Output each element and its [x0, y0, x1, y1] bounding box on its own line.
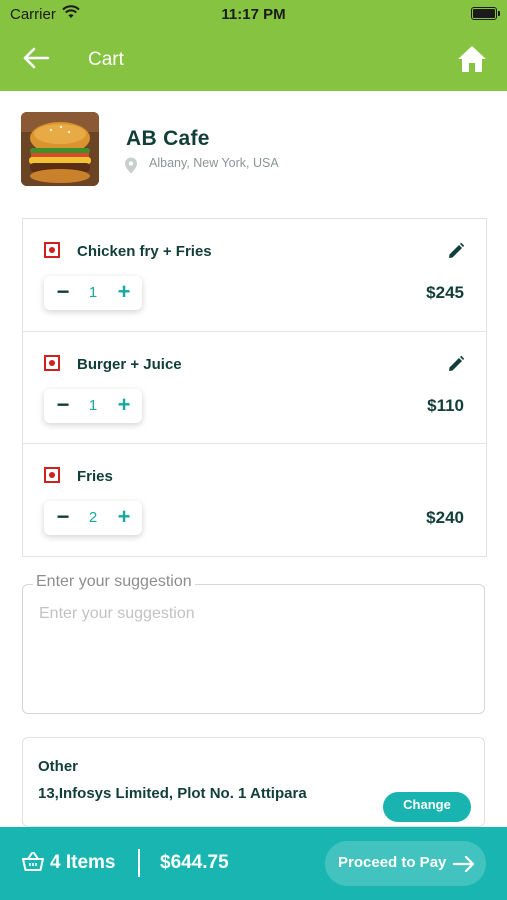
veg-indicator-icon	[44, 467, 60, 483]
restaurant-image	[21, 112, 99, 186]
delivery-address-card: Other 13,Infosys Limited, Plot No. 1 Att…	[22, 737, 485, 827]
status-bar: Carrier 11:17 PM	[0, 0, 507, 28]
cart-item: Burger + Juice − 1 + $110	[23, 331, 486, 444]
address-type: Other	[38, 758, 79, 775]
proceed-label: Proceed to Pay	[338, 854, 447, 871]
increase-button[interactable]: +	[114, 506, 134, 530]
item-name: Chicken fry + Fries	[77, 243, 212, 260]
cart-item: Chicken fry + Fries − 1 + $245	[23, 219, 486, 331]
decrease-button[interactable]: −	[53, 281, 73, 305]
change-address-button[interactable]: Change	[383, 792, 471, 822]
item-price: $110	[427, 396, 464, 415]
restaurant-address: Albany, New York, USA	[149, 156, 279, 170]
cart-total: $644.75	[160, 852, 229, 873]
suggestion-input[interactable]	[37, 603, 471, 707]
item-price: $245	[426, 283, 464, 302]
increase-button[interactable]: +	[114, 281, 134, 305]
cart-item: Fries − 2 + $240	[23, 443, 486, 556]
quantity-stepper: − 2 +	[44, 501, 142, 535]
basket-icon	[22, 852, 44, 871]
veg-indicator-icon	[44, 242, 60, 258]
burger-image	[21, 112, 99, 186]
item-price: $240	[426, 508, 464, 527]
suggestion-field: Enter your suggestion	[22, 573, 485, 714]
clock: 11:17 PM	[221, 6, 286, 23]
increase-button[interactable]: +	[114, 394, 134, 418]
items-count: 4 Items	[50, 852, 116, 873]
quantity-value: 2	[88, 509, 98, 526]
battery-icon	[471, 7, 500, 20]
proceed-to-pay-button[interactable]: Proceed to Pay	[325, 841, 486, 886]
item-name: Burger + Juice	[77, 356, 182, 373]
quantity-value: 1	[88, 397, 98, 414]
app-header: Carrier 11:17 PM Cart	[0, 0, 507, 91]
restaurant-name: AB Cafe	[126, 127, 210, 150]
quantity-value: 1	[88, 284, 98, 301]
decrease-button[interactable]: −	[53, 506, 73, 530]
home-icon[interactable]	[457, 44, 487, 74]
suggestion-label: Enter your suggestion	[33, 573, 195, 591]
item-name: Fries	[77, 468, 113, 485]
page-title: Cart	[88, 49, 124, 70]
cart-items-list: Chicken fry + Fries − 1 + $245 Burger + …	[22, 218, 487, 557]
veg-indicator-icon	[44, 355, 60, 371]
address-line: 13,Infosys Limited, Plot No. 1 Attipara	[38, 785, 307, 802]
checkout-bar: 4 Items $644.75 Proceed to Pay	[0, 827, 507, 900]
edit-pencil-icon[interactable]	[447, 355, 465, 373]
location-pin-icon	[125, 157, 137, 174]
arrow-right-icon	[453, 856, 475, 872]
edit-pencil-icon[interactable]	[447, 242, 465, 260]
quantity-stepper: − 1 +	[44, 276, 142, 310]
divider	[138, 849, 140, 877]
decrease-button[interactable]: −	[53, 394, 73, 418]
quantity-stepper: − 1 +	[44, 389, 142, 423]
back-arrow-icon[interactable]	[22, 46, 50, 70]
